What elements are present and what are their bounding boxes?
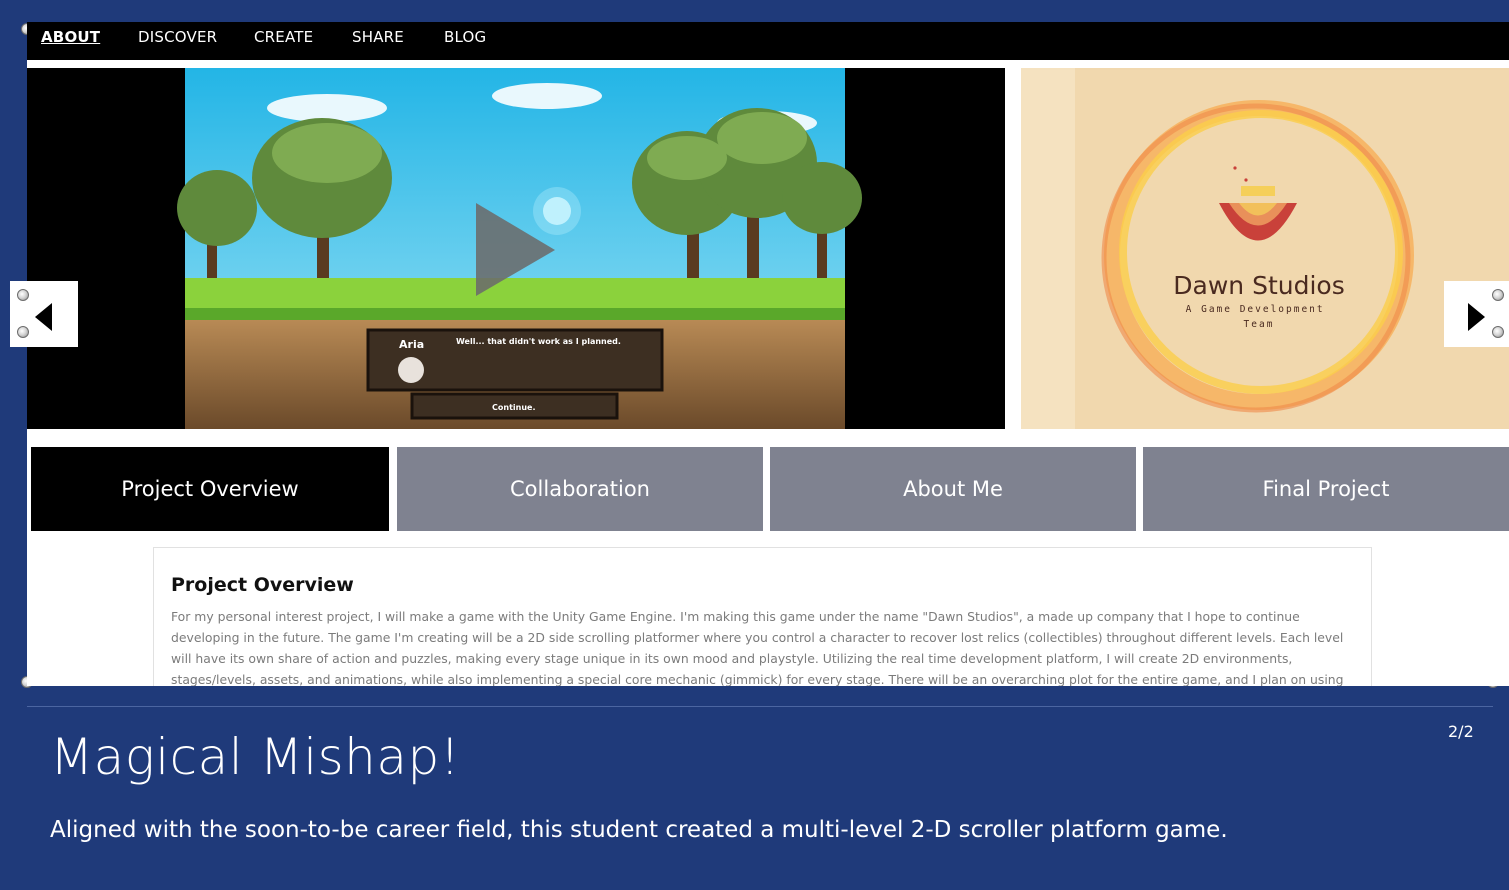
dawn-studios-logo-panel: Dawn Studios A Game Development Team — [1021, 68, 1509, 429]
dialog-continue-button[interactable]: Continue. — [492, 403, 535, 412]
tab-project-overview[interactable]: Project Overview — [31, 447, 389, 531]
overview-card: Project Overview For my personal interes… — [153, 547, 1372, 686]
overview-body: For my personal interest project, I will… — [171, 609, 1344, 686]
next-slide-button[interactable] — [1444, 281, 1509, 347]
nav-item-create[interactable]: CREATE — [254, 28, 313, 46]
nav-item-discover[interactable]: DISCOVER — [138, 28, 217, 46]
nav-item-share[interactable]: SHARE — [352, 28, 404, 46]
slide-counter: 2/2 — [1448, 722, 1474, 741]
nav-item-about[interactable]: ABOUT — [41, 28, 100, 46]
tab-collaboration[interactable]: Collaboration — [397, 447, 763, 531]
slide-subtitle: Aligned with the soon-to-be career field… — [50, 817, 1228, 843]
tab-about-me[interactable]: About Me — [770, 447, 1136, 531]
overview-heading: Project Overview — [171, 574, 354, 596]
promo-brand-name: Dawn Studios — [1173, 271, 1344, 300]
arrow-left-icon — [35, 303, 52, 331]
prev-slide-button[interactable] — [10, 281, 78, 347]
dialog-text: Well... that didn't work as I planned. — [456, 337, 621, 346]
slide-screenshot: ABOUT DISCOVER CREATE SHARE BLOG Aria We… — [27, 22, 1509, 686]
slide-title: Magical Mishap! — [50, 728, 461, 786]
promo-tagline-line: Team — [1244, 319, 1275, 330]
promo-tagline-line: A Game Development — [1186, 304, 1325, 315]
nav-divider — [27, 60, 1509, 66]
caption-divider — [27, 706, 1493, 707]
dialog-speaker: Aria — [399, 338, 424, 351]
top-nav: ABOUT DISCOVER CREATE SHARE BLOG — [27, 22, 1509, 60]
arrow-right-icon — [1468, 303, 1485, 331]
tab-final-project[interactable]: Final Project — [1143, 447, 1509, 531]
nav-item-blog[interactable]: BLOG — [444, 28, 486, 46]
video-player[interactable]: Aria Well... that didn't work as I plann… — [27, 68, 1005, 429]
